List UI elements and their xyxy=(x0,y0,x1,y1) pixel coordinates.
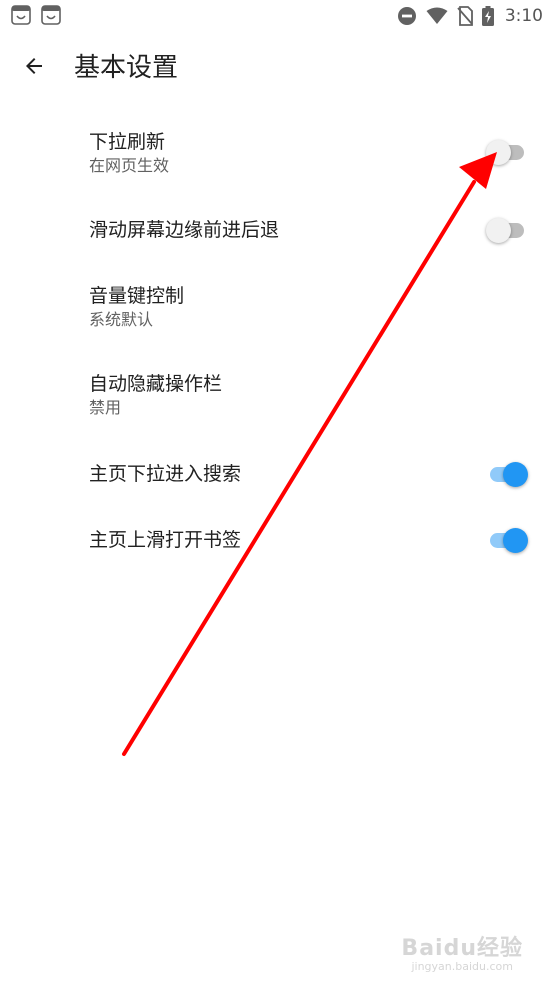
status-icons: 3:10 xyxy=(397,4,543,28)
setting-volume-key-control[interactable]: 音量键控制 系统默认 xyxy=(0,272,553,342)
switch-thumb xyxy=(486,140,511,165)
setting-home-swipe-up-bookmarks[interactable]: 主页上滑打开书签 xyxy=(0,510,553,570)
app-notification-icon xyxy=(11,5,31,25)
app-bar: 基本设置 xyxy=(0,32,553,108)
no-sim-icon xyxy=(457,6,473,26)
page-title: 基本设置 xyxy=(74,53,179,83)
setting-subtitle: 禁用 xyxy=(89,398,122,417)
wifi-icon xyxy=(426,7,448,24)
switch-thumb xyxy=(503,462,528,487)
switch-thumb xyxy=(486,218,511,243)
home-pull-down-search-switch[interactable] xyxy=(486,459,528,489)
pull-to-refresh-switch[interactable] xyxy=(486,137,528,167)
status-time: 3:10 xyxy=(504,6,543,26)
back-button[interactable] xyxy=(14,46,54,86)
watermark-text: Baidu经验 xyxy=(401,936,523,961)
home-swipe-up-bookmarks-switch[interactable] xyxy=(486,525,528,555)
status-bar: 3:10 xyxy=(0,0,553,32)
watermark-url: jingyan.baidu.com xyxy=(411,960,513,973)
setting-edge-swipe-navigation[interactable]: 滑动屏幕边缘前进后退 xyxy=(0,200,553,260)
setting-auto-hide-toolbar[interactable]: 自动隐藏操作栏 禁用 xyxy=(0,360,553,430)
setting-home-pull-down-search[interactable]: 主页下拉进入搜索 xyxy=(0,444,553,504)
setting-subtitle: 在网页生效 xyxy=(89,156,170,175)
setting-title: 主页下拉进入搜索 xyxy=(89,463,242,485)
setting-title: 自动隐藏操作栏 xyxy=(89,373,223,395)
edge-swipe-switch[interactable] xyxy=(486,215,528,245)
setting-title: 滑动屏幕边缘前进后退 xyxy=(89,219,280,241)
setting-pull-to-refresh[interactable]: 下拉刷新 在网页生效 xyxy=(0,120,553,190)
switch-thumb xyxy=(503,528,528,553)
watermark: Baidu经验 jingyan.baidu.com xyxy=(401,930,523,973)
setting-title: 主页上滑打开书签 xyxy=(89,529,242,551)
setting-subtitle: 系统默认 xyxy=(89,310,154,329)
do-not-disturb-icon xyxy=(397,7,416,25)
arrow-left-icon xyxy=(26,58,42,74)
battery-charging-icon xyxy=(481,6,494,26)
setting-title: 下拉刷新 xyxy=(89,131,166,153)
app-notification-icon xyxy=(41,5,61,25)
setting-title: 音量键控制 xyxy=(89,285,185,307)
